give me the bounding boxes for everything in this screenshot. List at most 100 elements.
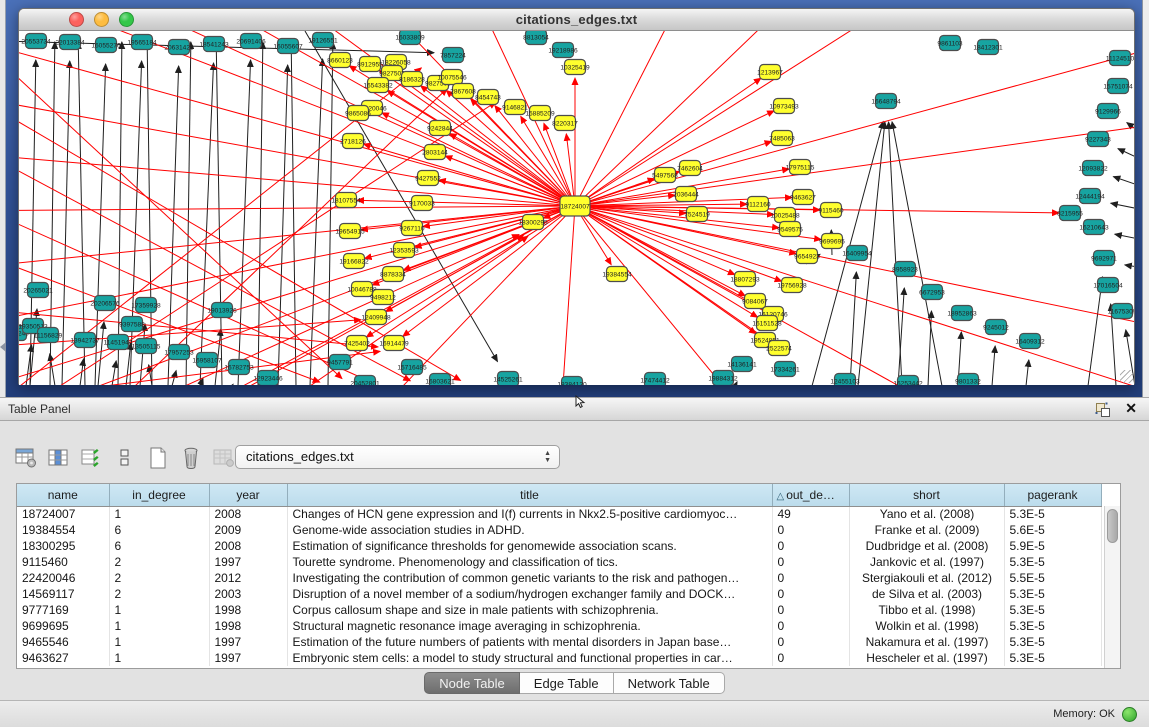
- table-source-select[interactable]: citations_edges.txt ▲▼: [235, 445, 560, 469]
- graph-edge[interactable]: [238, 60, 251, 385]
- graph-edge[interactable]: [575, 31, 960, 206]
- table-row[interactable]: 946362711997Embryonic stem cells: a mode…: [17, 650, 1101, 666]
- graph-edge[interactable]: [1026, 360, 1029, 385]
- table-vertical-scrollbar[interactable]: [1104, 506, 1120, 668]
- table-cell[interactable]: 9463627: [17, 650, 109, 666]
- table-cell[interactable]: Stergiakouli et al. (2012): [849, 570, 1004, 586]
- table-cell[interactable]: 9777169: [17, 602, 109, 618]
- graph-edge[interactable]: [200, 63, 214, 385]
- table-cell[interactable]: 0: [772, 650, 849, 666]
- table-cell[interactable]: Wolkin et al. (1998): [849, 618, 1004, 634]
- table-cell[interactable]: Estimation of significance thresholds fo…: [287, 538, 772, 554]
- scrollbar-thumb[interactable]: [1107, 509, 1118, 543]
- network-view-window[interactable]: citations_edges.txt 20553734220133841605…: [18, 8, 1135, 385]
- float-panel-icon[interactable]: [1095, 402, 1111, 418]
- column-header-name[interactable]: name: [17, 484, 109, 506]
- table-cell[interactable]: Genome-wide association studies in ADHD.: [287, 522, 772, 538]
- table-cell[interactable]: 1: [109, 602, 209, 618]
- table-cell[interactable]: Structural magnetic resonance image aver…: [287, 618, 772, 634]
- close-panel-icon[interactable]: ✕: [1125, 400, 1137, 417]
- table-cell[interactable]: 1998: [209, 618, 287, 634]
- table-cell[interactable]: 0: [772, 538, 849, 554]
- table-cell[interactable]: 1997: [209, 634, 287, 650]
- graph-edge[interactable]: [147, 42, 152, 385]
- table-row[interactable]: 946554611997Estimation of the future num…: [17, 634, 1101, 650]
- create-column-icon[interactable]: [146, 446, 170, 470]
- table-cell[interactable]: 9115460: [17, 554, 109, 570]
- table-cell[interactable]: 6: [109, 538, 209, 554]
- table-cell[interactable]: 18724007: [17, 506, 109, 522]
- table-cell[interactable]: 1998: [209, 602, 287, 618]
- table-cell[interactable]: 5.3E-5: [1004, 618, 1101, 634]
- table-row[interactable]: 1872400712008Changes of HCN gene express…: [17, 506, 1101, 522]
- table-cell[interactable]: 22420046: [17, 570, 109, 586]
- graph-edge[interactable]: [19, 206, 575, 211]
- table-cell[interactable]: Tibbo et al. (1998): [849, 602, 1004, 618]
- graph-edge[interactable]: [1125, 265, 1134, 269]
- graph-edge[interactable]: [992, 346, 995, 385]
- table-cell[interactable]: 5.3E-5: [1004, 506, 1101, 522]
- graph-edge[interactable]: [240, 31, 575, 206]
- graph-edge[interactable]: [1111, 203, 1134, 211]
- tab-edge-table[interactable]: Edge Table: [520, 672, 614, 694]
- table-cell[interactable]: 5.3E-5: [1004, 554, 1101, 570]
- select-all-icon[interactable]: [80, 446, 104, 470]
- table-row[interactable]: 977716911998Corpus callosum shape and si…: [17, 602, 1101, 618]
- table-cell[interactable]: Hescheler et al. (1997): [849, 650, 1004, 666]
- table-cell[interactable]: 0: [772, 586, 849, 602]
- table-cell[interactable]: 2: [109, 554, 209, 570]
- graph-edge[interactable]: [560, 206, 575, 385]
- table-cell[interactable]: 2009: [209, 522, 287, 538]
- table-row[interactable]: 1456911722003Disruption of a novel membe…: [17, 586, 1101, 602]
- table-cell[interactable]: 9699695: [17, 618, 109, 634]
- graph-edge[interactable]: [735, 382, 737, 385]
- delete-column-icon[interactable]: [179, 446, 203, 470]
- table-cell[interactable]: 1997: [209, 554, 287, 570]
- table-cell[interactable]: Nakamura et al. (1997): [849, 634, 1004, 650]
- tab-node-table[interactable]: Node Table: [424, 672, 520, 694]
- table-cell[interactable]: 2012: [209, 570, 287, 586]
- window-titlebar[interactable]: citations_edges.txt: [19, 9, 1134, 31]
- table-cell[interactable]: 6: [109, 522, 209, 538]
- table-cell[interactable]: Jankovic et al. (1997): [849, 554, 1004, 570]
- table-row[interactable]: 1938455462009Genome-wide association stu…: [17, 522, 1101, 538]
- show-columns-icon[interactable]: [47, 446, 71, 470]
- table-cell[interactable]: 5.3E-5: [1004, 650, 1101, 666]
- table-mode-icon[interactable]: [14, 446, 38, 470]
- table-row[interactable]: 2242004622012Investigating the contribut…: [17, 570, 1101, 586]
- table-cell[interactable]: 5.3E-5: [1004, 602, 1101, 618]
- table-row[interactable]: 969969511998Structural magnetic resonanc…: [17, 618, 1101, 634]
- table-cell[interactable]: 1997: [209, 650, 287, 666]
- table-cell[interactable]: 0: [772, 570, 849, 586]
- table-cell[interactable]: Disruption of a novel member of a sodium…: [287, 586, 772, 602]
- graph-edge[interactable]: [118, 42, 122, 385]
- graph-edge[interactable]: [1127, 123, 1134, 139]
- table-cell[interactable]: 5.9E-5: [1004, 538, 1101, 554]
- table-cell[interactable]: 0: [772, 602, 849, 618]
- table-cell[interactable]: 2: [109, 586, 209, 602]
- network-canvas[interactable]: 2055373422013384160552761956518420631426…: [19, 31, 1134, 385]
- graph-edge[interactable]: [1118, 149, 1134, 163]
- column-header-in_degree[interactable]: in_degree: [109, 484, 209, 506]
- table-cell[interactable]: 2008: [209, 506, 287, 522]
- window-resize-grip[interactable]: [1120, 370, 1133, 383]
- table-row[interactable]: 911546021997Tourette syndrome. Phenomeno…: [17, 554, 1101, 570]
- graph-edge[interactable]: [1113, 177, 1134, 189]
- graph-edge[interactable]: [278, 65, 288, 385]
- table-cell[interactable]: 19384554: [17, 522, 109, 538]
- graph-edge[interactable]: [232, 384, 233, 385]
- table-cell[interactable]: 1: [109, 634, 209, 650]
- table-cell[interactable]: 2003: [209, 586, 287, 602]
- column-header-out_de[interactable]: △out_de…: [772, 484, 849, 506]
- graph-edge[interactable]: [216, 42, 222, 385]
- graph-edge[interactable]: [1088, 277, 1103, 385]
- table-cell[interactable]: 2: [109, 570, 209, 586]
- table-cell[interactable]: de Silva et al. (2003): [849, 586, 1004, 602]
- panel-collapse-arrow-icon[interactable]: [0, 342, 6, 352]
- table-cell[interactable]: Estimation of the future numbers of pati…: [287, 634, 772, 650]
- table-cell[interactable]: 0: [772, 554, 849, 570]
- table-cell[interactable]: Franke et al. (2009): [849, 522, 1004, 538]
- table-cell[interactable]: Corpus callosum shape and size in male p…: [287, 602, 772, 618]
- graph-edge[interactable]: [379, 70, 575, 206]
- graph-edge[interactable]: [62, 61, 70, 385]
